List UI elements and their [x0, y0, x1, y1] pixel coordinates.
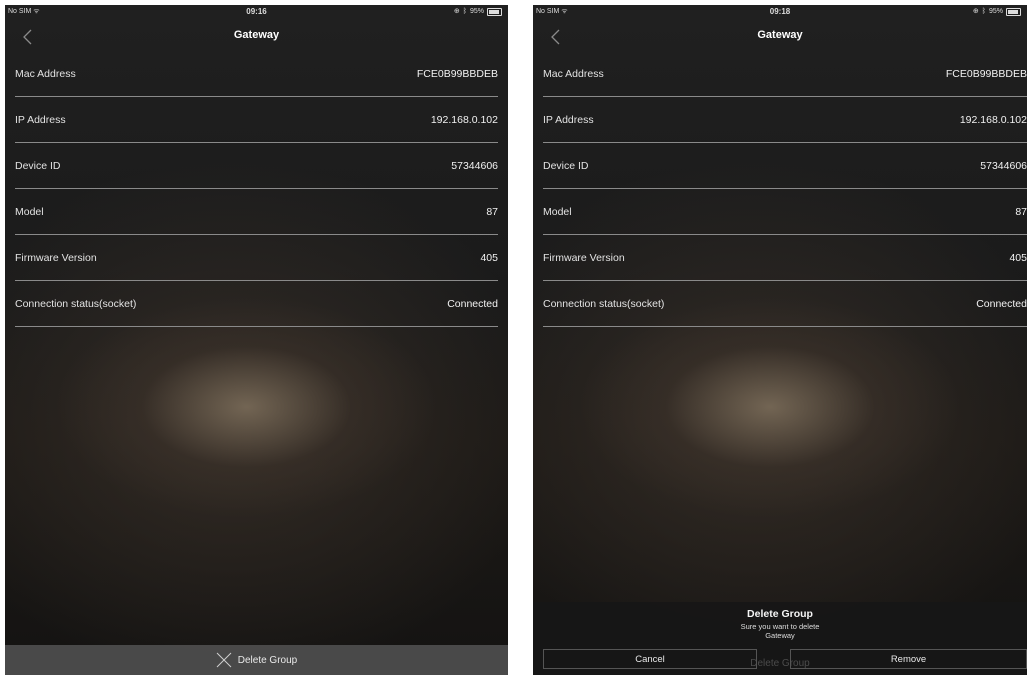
status-bar: No SIM ᯤ 09:18 ⊕ ᛒ 95%: [533, 5, 1027, 19]
gateway-screen-before: No SIM ᯤ 09:16 ⊕ ᛒ 95% Gateway Mac Addre…: [5, 5, 508, 675]
cancel-button[interactable]: Cancel: [543, 649, 757, 669]
sheet-message-line2: Gateway: [765, 631, 795, 640]
gateway-info-list: Mac Address FCE0B99BBDEB IP Address 192.…: [543, 51, 1027, 327]
row-value: 192.168.0.102: [430, 113, 498, 126]
info-row-mac-address: Mac Address FCE0B99BBDEB: [15, 51, 498, 97]
sheet-message-line1: Sure you want to delete: [740, 622, 820, 631]
row-label: Connection status(socket): [15, 297, 137, 310]
row-label: Firmware Version: [543, 251, 625, 264]
info-row-connection-status: Connection status(socket) Connected: [15, 281, 498, 327]
page-title: Gateway: [233, 29, 280, 41]
info-row-model: Model 87: [543, 189, 1027, 235]
row-label: Device ID: [15, 159, 61, 172]
page-title: Gateway: [757, 29, 803, 41]
nav-bar: Gateway: [533, 19, 1027, 55]
rotation-lock-icon: ⊕: [453, 8, 460, 15]
battery-icon: [487, 8, 502, 16]
info-row-ip-address: IP Address 192.168.0.102: [15, 97, 498, 143]
clock: 09:18: [769, 7, 791, 16]
row-value: 57344606: [980, 159, 1027, 172]
row-value: 405: [1009, 251, 1027, 264]
status-bar: No SIM ᯤ 09:16 ⊕ ᛒ 95%: [5, 5, 508, 19]
row-value: 87: [486, 205, 498, 218]
delete-group-button[interactable]: Delete Group: [5, 645, 508, 675]
bluetooth-icon: ᛒ: [981, 8, 986, 15]
remove-button[interactable]: Remove: [790, 649, 1027, 669]
info-row-connection-status: Connection status(socket) Connected: [543, 281, 1027, 327]
status-right: ⊕ ᛒ 95%: [973, 5, 1021, 19]
row-label: Model: [543, 205, 572, 218]
info-row-model: Model 87: [15, 189, 498, 235]
row-label: Device ID: [543, 159, 589, 172]
status-right: ⊕ ᛒ 95%: [454, 5, 502, 19]
info-row-firmware-version: Firmware Version 405: [15, 235, 498, 281]
x-icon: [216, 652, 232, 668]
delete-confirm-sheet: Delete Group Sure you want to delete Gat…: [533, 602, 1027, 675]
delete-group-label: Delete Group: [237, 654, 298, 666]
row-label: Connection status(socket): [543, 297, 665, 310]
info-row-device-id: Device ID 57344606: [543, 143, 1027, 189]
info-row-ip-address: IP Address 192.168.0.102: [543, 97, 1027, 143]
gateway-info-list: Mac Address FCE0B99BBDEB IP Address 192.…: [15, 51, 498, 327]
row-value: Connected: [447, 297, 498, 310]
bluetooth-icon: ᛒ: [462, 8, 467, 15]
battery-percent: 95%: [988, 8, 1003, 15]
row-value: FCE0B99BBDEB: [945, 67, 1027, 80]
row-value: FCE0B99BBDEB: [416, 67, 498, 80]
sheet-title: Delete Group: [747, 608, 813, 620]
row-value: Connected: [976, 297, 1027, 310]
battery-icon: [1006, 8, 1021, 16]
row-label: IP Address: [15, 113, 66, 126]
row-label: Mac Address: [543, 67, 604, 80]
battery-percent: 95%: [469, 8, 484, 15]
row-value: 57344606: [451, 159, 498, 172]
nav-bar: Gateway: [5, 19, 508, 55]
info-row-firmware-version: Firmware Version 405: [543, 235, 1027, 281]
row-value: 192.168.0.102: [959, 113, 1027, 126]
info-row-device-id: Device ID 57344606: [15, 143, 498, 189]
row-label: Model: [15, 205, 44, 218]
rotation-lock-icon: ⊕: [972, 8, 979, 15]
row-label: Mac Address: [15, 67, 76, 80]
row-label: IP Address: [543, 113, 594, 126]
row-label: Firmware Version: [15, 251, 97, 264]
gateway-screen-confirm: No SIM ᯤ 09:18 ⊕ ᛒ 95% Gateway Mac Addre…: [533, 5, 1027, 675]
info-row-mac-address: Mac Address FCE0B99BBDEB: [543, 51, 1027, 97]
row-value: 405: [480, 251, 498, 264]
clock: 09:16: [246, 7, 267, 16]
sheet-message: Sure you want to delete Gateway: [533, 622, 1027, 640]
row-value: 87: [1015, 205, 1027, 218]
